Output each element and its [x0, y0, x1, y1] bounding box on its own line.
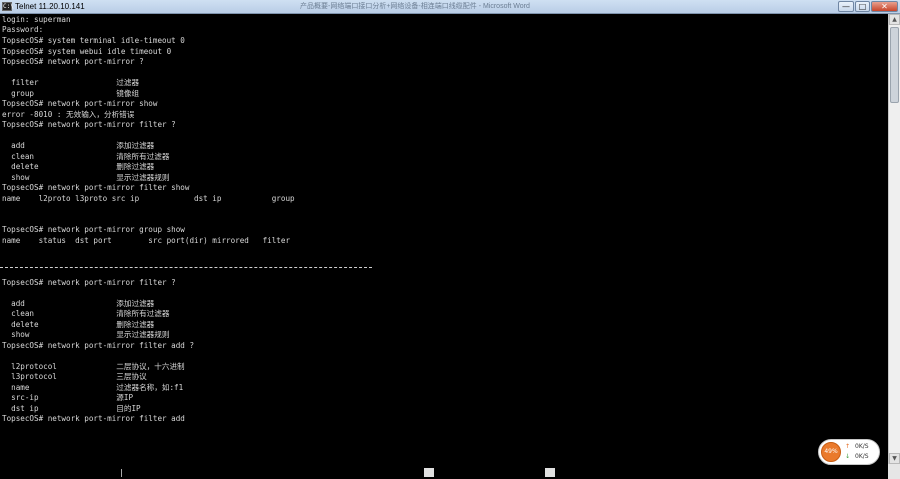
- terminal-line: show 显示过滤器规则: [2, 173, 170, 182]
- terminal-line: clean 清除所有过滤器: [2, 152, 170, 161]
- vertical-scrollbar[interactable]: ▲ ▼: [888, 14, 900, 464]
- resize-corner[interactable]: [888, 464, 900, 479]
- terminal-line: TopsecOS# network port-mirror group show: [2, 225, 185, 234]
- terminal-line: add 添加过滤器: [2, 141, 155, 150]
- terminal-line: delete 删除过滤器: [2, 320, 155, 329]
- scrollbar-thumb[interactable]: [890, 27, 899, 103]
- terminal-output[interactable]: login: superman Password: TopsecOS# syst…: [0, 14, 888, 464]
- terminal-line: TopsecOS# system terminal idle-timeout 0: [2, 36, 185, 45]
- terminal-line: login: superman: [2, 15, 71, 24]
- terminal-line: dst ip 目的IP: [2, 404, 141, 413]
- bottom-bar-tick: [121, 469, 122, 477]
- minimize-button[interactable]: —: [838, 1, 854, 12]
- bottom-bar-marker: [545, 468, 555, 477]
- download-arrow-icon: ↓: [845, 453, 851, 460]
- terminal-line: TopsecOS# network port-mirror show: [2, 99, 158, 108]
- terminal-line: clean 清除所有过滤器: [2, 309, 170, 318]
- download-speed: 0K/S: [855, 453, 869, 460]
- terminal-line: TopsecOS# network port-mirror filter add…: [2, 341, 195, 350]
- bottom-bar: [0, 464, 888, 479]
- close-button[interactable]: ✕: [871, 1, 898, 12]
- bottom-bar-marker: [424, 468, 434, 477]
- terminal-line: Password:: [2, 25, 44, 34]
- terminal-line: error -8010 : 无效输入，分析错误: [2, 110, 135, 119]
- terminal-line: l3protocol 三层协议: [2, 372, 147, 381]
- scroll-down-icon[interactable]: ▼: [889, 453, 900, 464]
- terminal-line: l2protocol 二层协议，十六进制: [2, 362, 185, 371]
- terminal-line: group 镜像组: [2, 89, 140, 98]
- cpu-usage-badge: 49%: [821, 442, 841, 462]
- terminal-line: name l2proto l3proto src ip dst ip group: [2, 194, 295, 203]
- terminal-line: TopsecOS# network port-mirror filter sho…: [2, 183, 190, 192]
- scroll-up-icon[interactable]: ▲: [889, 14, 900, 25]
- terminal-line: TopsecOS# network port-mirror filter ?: [2, 120, 176, 129]
- upload-speed: 0K/S: [855, 443, 869, 450]
- terminal-line: name 过滤器名称，如:f1: [2, 383, 184, 392]
- terminal-line: filter 过滤器: [2, 78, 140, 87]
- terminal-line: TopsecOS# network port-mirror filter ?: [2, 278, 176, 287]
- maximize-button[interactable]: □: [855, 1, 870, 12]
- network-speed-widget[interactable]: 49% ↑ 0K/S ↓ 0K/S: [818, 439, 880, 465]
- terminal-line: delete 删除过滤器: [2, 162, 155, 171]
- upload-arrow-icon: ↑: [845, 443, 851, 450]
- terminal-line: name status dst port src port(dir) mirro…: [2, 236, 291, 245]
- terminal-line: src-ip 源IP: [2, 393, 134, 402]
- window-titlebar[interactable]: C:\ Telnet 11.20.10.141 产品概要-网络端口接口分析+网络…: [0, 0, 900, 14]
- background-window-title: 产品概要-网络端口接口分析+网络设备-相连端口线缆配件 - Microsoft …: [300, 3, 530, 10]
- separator-line: [0, 267, 372, 268]
- terminal-line: TopsecOS# system webui idle timeout 0: [2, 47, 172, 56]
- terminal-line: TopsecOS# network port-mirror ?: [2, 57, 144, 66]
- window-title: Telnet 11.20.10.141: [15, 2, 85, 11]
- telnet-app-icon: C:\: [2, 2, 14, 11]
- terminal-line: TopsecOS# network port-mirror filter add: [2, 414, 185, 423]
- terminal-line: show 显示过滤器规则: [2, 330, 170, 339]
- terminal-line: add 添加过滤器: [2, 299, 155, 308]
